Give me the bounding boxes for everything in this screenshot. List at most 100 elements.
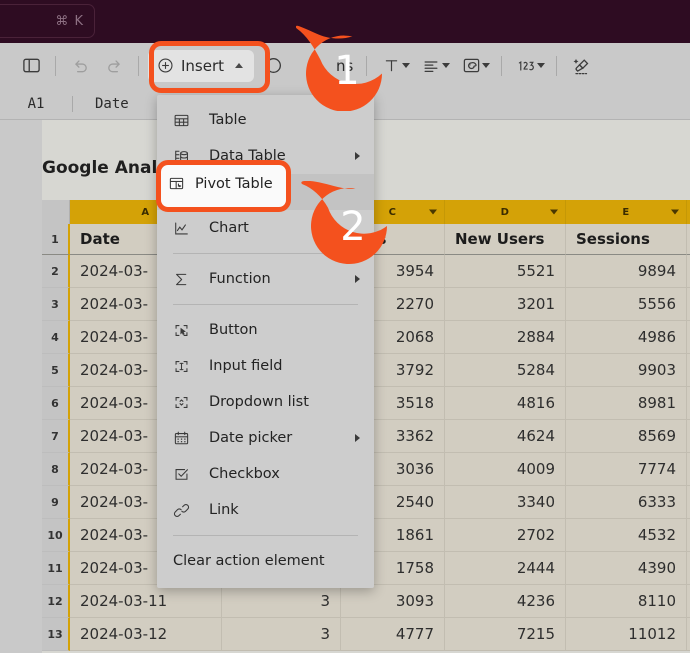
chevron-down-icon[interactable] [402, 63, 411, 68]
chart-line-icon [173, 220, 199, 237]
submenu-arrow-icon [355, 152, 360, 160]
grid-cell[interactable]: 2884 [445, 321, 566, 354]
row-header[interactable]: 9 [42, 486, 70, 519]
insert-dropdown-menu[interactable]: Table Data Table Pivot Table Chart Funct… [157, 95, 374, 588]
grid-cell[interactable]: 4390 [566, 552, 687, 585]
menu-item-date-picker[interactable]: Date picker [157, 420, 374, 456]
grid-cell[interactable]: 9903 [566, 354, 687, 387]
menu-item-dropdown-list[interactable]: Dropdown list [157, 384, 374, 420]
menu-item-button[interactable]: Button [157, 312, 374, 348]
row-header[interactable]: 10 [42, 519, 70, 552]
menu-item-label: Table [209, 112, 247, 128]
grid-cell[interactable]: 8981 [566, 387, 687, 420]
grid-cell[interactable]: 3201 [445, 288, 566, 321]
fill-color-control[interactable] [454, 51, 494, 81]
row-header[interactable]: 2 [42, 255, 70, 288]
column-filter-caret-icon[interactable] [671, 209, 679, 215]
row-header[interactable]: 4 [42, 321, 70, 354]
command-palette-shortcut: ⌘ K [55, 13, 84, 29]
menu-item-checkbox[interactable]: Checkbox [157, 456, 374, 492]
checkbox-icon [173, 466, 199, 483]
row-header[interactable]: 6 [42, 387, 70, 420]
menu-item-label: Link [209, 502, 239, 518]
grid-cell[interactable]: 2024-03-11 [70, 585, 222, 618]
grid-header-cell[interactable]: New Users [445, 224, 566, 255]
grid-header-cell[interactable]: Sessions [566, 224, 687, 255]
grid-cell[interactable]: 3340 [445, 486, 566, 519]
button-cursor-icon [173, 322, 199, 339]
column-filter-caret-icon[interactable] [550, 209, 558, 215]
column-header-label: D [500, 206, 510, 218]
align-control[interactable] [414, 51, 454, 81]
grid-cell[interactable]: 4624 [445, 420, 566, 453]
column-header-label: C [388, 206, 397, 218]
sigma-icon [173, 271, 199, 288]
menu-item-input-field[interactable]: Input field [157, 348, 374, 384]
row-header[interactable]: 3 [42, 288, 70, 321]
grid-cell[interactable]: 8569 [566, 420, 687, 453]
grid-cell[interactable]: 4816 [445, 387, 566, 420]
app-root: ⌘ K Insert ns A1 Date Google Analy A C D… [0, 0, 690, 653]
grid-cell[interactable]: 5521 [445, 255, 566, 288]
pivot-table-icon [168, 175, 185, 192]
row-header[interactable]: 1 [42, 224, 70, 255]
menu-item-clear-action-element[interactable]: Clear action element [157, 543, 374, 579]
row-header[interactable]: 11 [42, 552, 70, 585]
sidebar-panel-icon[interactable] [14, 51, 48, 81]
submenu-arrow-icon [355, 275, 360, 283]
data-table-icon [173, 148, 199, 165]
grid-cell[interactable]: 8110 [566, 585, 687, 618]
grid-cell[interactable]: 4236 [445, 585, 566, 618]
row-header[interactable]: 7 [42, 420, 70, 453]
row-header[interactable]: 5 [42, 354, 70, 387]
grid-cell[interactable]: 2702 [445, 519, 566, 552]
column-header-d[interactable]: D [445, 200, 566, 224]
menu-item-link[interactable]: Link [157, 492, 374, 528]
grid-cell[interactable]: 2444 [445, 552, 566, 585]
grid-row: 13 2024-03-12 3 4777 7215 11012 [42, 618, 690, 651]
chevron-down-icon[interactable] [482, 63, 491, 68]
grid-cell[interactable]: 3093 [341, 585, 445, 618]
grid-cell[interactable]: 2024-03-12 [70, 618, 222, 651]
row-header[interactable]: 13 [42, 618, 70, 651]
column-header-e[interactable]: E [566, 200, 687, 224]
sheet-left-gutter [0, 120, 42, 653]
chevron-down-icon[interactable] [442, 63, 451, 68]
row-header[interactable]: 8 [42, 453, 70, 486]
grid-cell[interactable]: 4986 [566, 321, 687, 354]
number-format-control[interactable] [509, 51, 549, 81]
grid-cell[interactable]: 7774 [566, 453, 687, 486]
plus-circle-icon [157, 57, 174, 74]
select-all-corner[interactable] [42, 200, 70, 224]
menu-item-data-table[interactable]: Data Table [157, 138, 374, 174]
grid-cell[interactable]: 5556 [566, 288, 687, 321]
grid-cell[interactable]: 4777 [341, 618, 445, 651]
insert-button[interactable]: Insert [148, 49, 255, 82]
grid-cell[interactable]: 5284 [445, 354, 566, 387]
chevron-down-icon[interactable] [537, 63, 546, 68]
menu-divider [173, 304, 358, 305]
command-palette-search[interactable]: ⌘ K [0, 4, 95, 38]
column-filter-caret-icon[interactable] [429, 209, 437, 215]
grid-cell[interactable]: 4532 [566, 519, 687, 552]
grid-cell[interactable]: 11012 [566, 618, 687, 651]
redo-icon[interactable] [97, 51, 131, 81]
row-header[interactable]: 12 [42, 585, 70, 618]
menu-item-label: Chart [209, 220, 249, 236]
grid-cell[interactable]: 4009 [445, 453, 566, 486]
grid-cell[interactable]: 7215 [445, 618, 566, 651]
undo-icon[interactable] [63, 51, 97, 81]
grid-cell[interactable]: 6333 [566, 486, 687, 519]
cell-reference-box[interactable]: A1 [0, 96, 72, 112]
toolbar-divider [138, 55, 139, 76]
grid-cell[interactable]: 3 [222, 585, 341, 618]
conditional-format-icon[interactable] [256, 51, 290, 81]
menu-item-label: Data Table [209, 148, 286, 164]
menu-item-label: Input field [209, 358, 283, 374]
grid-cell[interactable]: 9894 [566, 255, 687, 288]
insert-button-label: Insert [181, 56, 225, 75]
formula-input[interactable]: Date [73, 96, 129, 112]
clear-format-icon[interactable] [564, 51, 598, 81]
grid-cell[interactable]: 3 [222, 618, 341, 651]
annotation-callout-2-number: 2 [340, 204, 366, 250]
